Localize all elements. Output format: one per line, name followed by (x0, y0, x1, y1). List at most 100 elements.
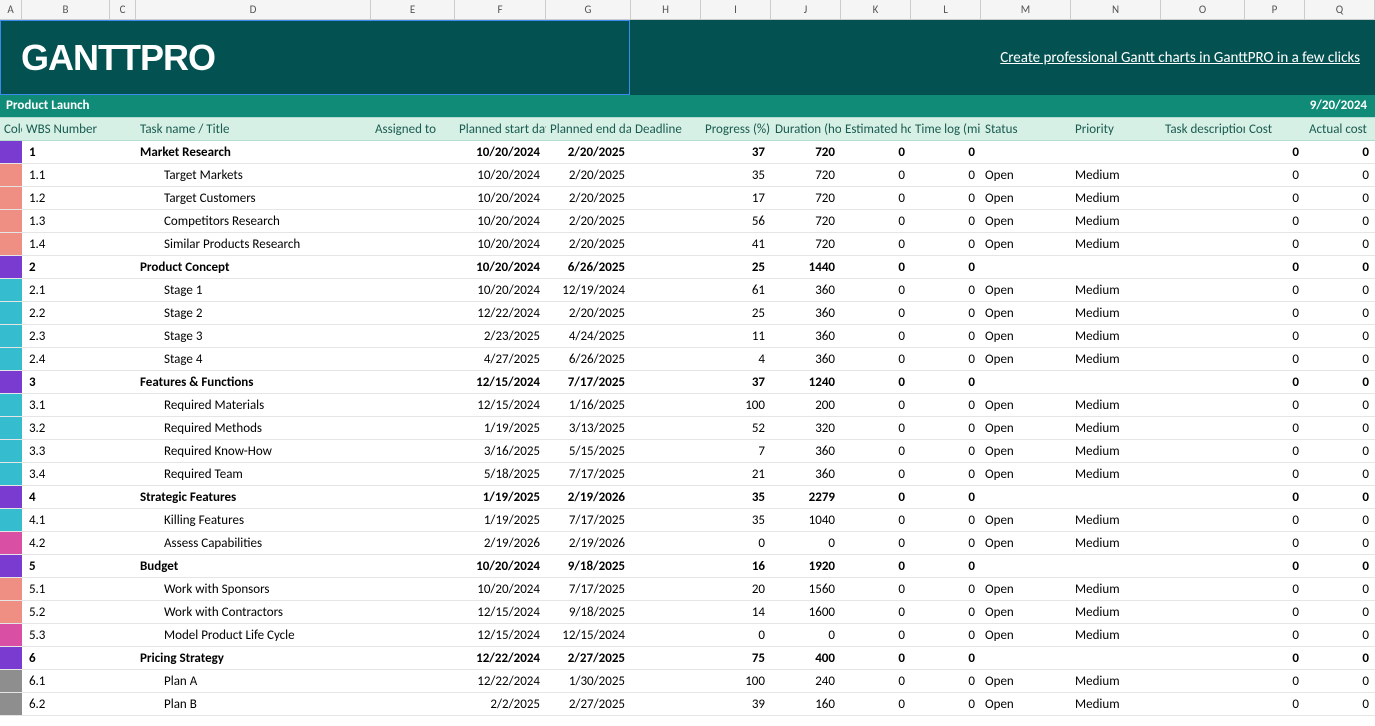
cell-priority[interactable]: Medium (1071, 210, 1161, 233)
cell-priority[interactable]: Medium (1071, 279, 1161, 302)
cell-tlog[interactable]: 0 (911, 302, 981, 325)
cell-actual[interactable]: 0 (1305, 371, 1375, 394)
cell-duration[interactable]: 720 (771, 187, 841, 210)
cell-duration[interactable]: 1240 (771, 371, 841, 394)
cell-pstart[interactable]: 12/22/2024 (455, 302, 546, 325)
cell-wbs[interactable]: 2.2 (22, 302, 110, 325)
cell-pstart[interactable]: 12/22/2024 (455, 670, 546, 693)
cell-actual[interactable]: 0 (1305, 555, 1375, 578)
column-letter[interactable]: Q (1305, 0, 1375, 19)
cell-actual[interactable]: 0 (1305, 670, 1375, 693)
cell-pend[interactable]: 2/20/2025 (546, 233, 631, 256)
cell-task[interactable]: Market Research (136, 141, 371, 164)
cell-wbs[interactable]: 1.4 (22, 233, 110, 256)
column-letter[interactable]: H (631, 0, 701, 19)
cell-blank[interactable] (110, 532, 136, 555)
cell-deadline[interactable] (631, 555, 701, 578)
cell-tlog[interactable]: 0 (911, 164, 981, 187)
cell-status[interactable] (981, 141, 1071, 164)
cell-pend[interactable]: 9/18/2025 (546, 555, 631, 578)
cell-assigned[interactable] (371, 624, 455, 647)
cell-duration[interactable]: 720 (771, 210, 841, 233)
cell-deadline[interactable] (631, 670, 701, 693)
cell-blank[interactable] (110, 348, 136, 371)
cell-assigned[interactable] (371, 601, 455, 624)
cell-duration[interactable]: 360 (771, 440, 841, 463)
cell-progress[interactable]: 7 (701, 440, 771, 463)
cell-status[interactable]: Open (981, 440, 1071, 463)
cell-desc[interactable] (1161, 141, 1245, 164)
cell-desc[interactable] (1161, 509, 1245, 532)
col-priority[interactable]: Priority (1071, 118, 1161, 141)
table-row[interactable]: 2Product Concept10/20/20246/26/202525144… (0, 256, 1375, 279)
cell-tlog[interactable]: 0 (911, 279, 981, 302)
cell-tlog[interactable]: 0 (911, 463, 981, 486)
table-row[interactable]: 3.3Required Know-How3/16/20255/15/202573… (0, 440, 1375, 463)
cell-wbs[interactable]: 3.3 (22, 440, 110, 463)
table-row[interactable]: 5.3Model Product Life Cycle12/15/202412/… (0, 624, 1375, 647)
cell-desc[interactable] (1161, 486, 1245, 509)
cell-cost[interactable]: 0 (1245, 164, 1305, 187)
cell-priority[interactable] (1071, 371, 1161, 394)
cell-status[interactable] (981, 486, 1071, 509)
cell-pend[interactable]: 2/20/2025 (546, 302, 631, 325)
cell-tlog[interactable]: 0 (911, 532, 981, 555)
cell-desc[interactable] (1161, 555, 1245, 578)
cell-blank[interactable] (110, 233, 136, 256)
table-row[interactable]: 6.1Plan A12/22/20241/30/202510024000Open… (0, 670, 1375, 693)
cell-progress[interactable]: 37 (701, 371, 771, 394)
cell-pstart[interactable]: 10/20/2024 (455, 279, 546, 302)
cell-actual[interactable]: 0 (1305, 164, 1375, 187)
cell-progress[interactable]: 35 (701, 486, 771, 509)
cell-pstart[interactable]: 2/23/2025 (455, 325, 546, 348)
cell-task[interactable]: Strategic Features (136, 486, 371, 509)
cell-duration[interactable]: 720 (771, 233, 841, 256)
cell-cost[interactable]: 0 (1245, 578, 1305, 601)
cell-est[interactable]: 0 (841, 601, 911, 624)
cell-tlog[interactable]: 0 (911, 348, 981, 371)
cell-cost[interactable]: 0 (1245, 210, 1305, 233)
cell-progress[interactable]: 14 (701, 601, 771, 624)
cell-pstart[interactable]: 12/15/2024 (455, 601, 546, 624)
cell-pstart[interactable]: 10/20/2024 (455, 187, 546, 210)
cell-status[interactable]: Open (981, 325, 1071, 348)
cell-progress[interactable]: 25 (701, 256, 771, 279)
column-letter[interactable]: P (1245, 0, 1305, 19)
cell-tlog[interactable]: 0 (911, 693, 981, 716)
cell-pend[interactable]: 7/17/2025 (546, 463, 631, 486)
column-letter[interactable]: B (22, 0, 110, 19)
cell-task[interactable]: Stage 3 (136, 325, 371, 348)
cell-desc[interactable] (1161, 417, 1245, 440)
cell-blank[interactable] (110, 187, 136, 210)
cell-pend[interactable]: 7/17/2025 (546, 371, 631, 394)
cell-deadline[interactable] (631, 486, 701, 509)
cell-blank[interactable] (110, 417, 136, 440)
cell-cost[interactable]: 0 (1245, 187, 1305, 210)
cell-blank[interactable] (110, 693, 136, 716)
cell-cost[interactable]: 0 (1245, 417, 1305, 440)
cell-cost[interactable]: 0 (1245, 555, 1305, 578)
table-row[interactable]: 3.1Required Materials12/15/20241/16/2025… (0, 394, 1375, 417)
cell-assigned[interactable] (371, 141, 455, 164)
col-cost[interactable]: Cost (1245, 118, 1305, 141)
cell-pend[interactable]: 2/27/2025 (546, 693, 631, 716)
table-row[interactable]: 2.4Stage 44/27/20256/26/2025436000OpenMe… (0, 348, 1375, 371)
cell-assigned[interactable] (371, 371, 455, 394)
cell-duration[interactable]: 360 (771, 302, 841, 325)
cell-priority[interactable]: Medium (1071, 601, 1161, 624)
cell-priority[interactable]: Medium (1071, 187, 1161, 210)
cell-tlog[interactable]: 0 (911, 601, 981, 624)
cell-est[interactable]: 0 (841, 440, 911, 463)
cell-pend[interactable]: 5/15/2025 (546, 440, 631, 463)
cell-assigned[interactable] (371, 279, 455, 302)
cell-tlog[interactable]: 0 (911, 647, 981, 670)
cell-blank[interactable] (110, 647, 136, 670)
cell-wbs[interactable]: 1.2 (22, 187, 110, 210)
cell-progress[interactable]: 17 (701, 187, 771, 210)
cell-pend[interactable]: 7/17/2025 (546, 578, 631, 601)
cell-pend[interactable]: 2/20/2025 (546, 164, 631, 187)
cell-priority[interactable]: Medium (1071, 532, 1161, 555)
cell-deadline[interactable] (631, 601, 701, 624)
cell-assigned[interactable] (371, 187, 455, 210)
cell-actual[interactable]: 0 (1305, 325, 1375, 348)
